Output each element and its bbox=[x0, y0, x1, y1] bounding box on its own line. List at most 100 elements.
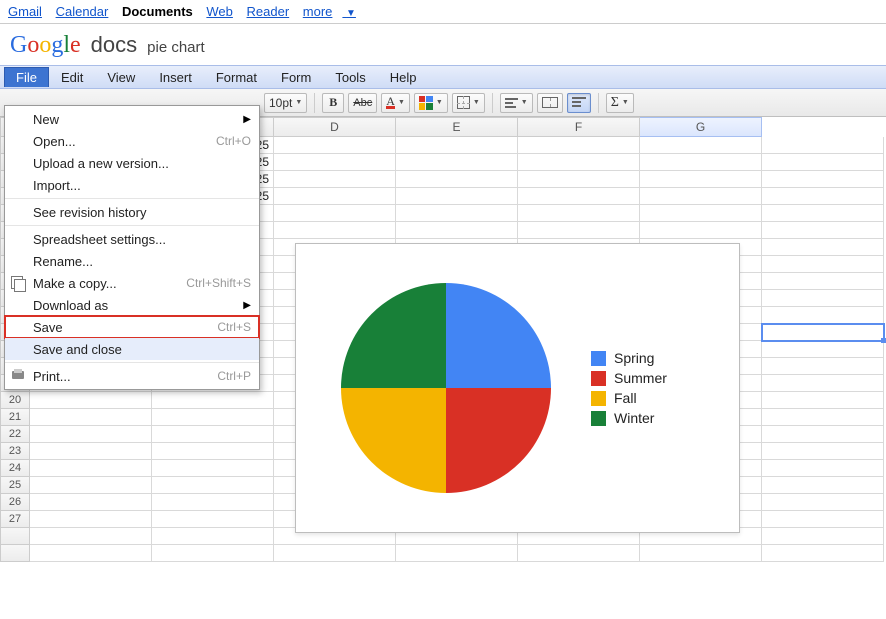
cell[interactable] bbox=[762, 375, 884, 392]
cell[interactable] bbox=[640, 137, 762, 154]
functions-button[interactable]: Σ▼ bbox=[606, 93, 634, 113]
menu-make-copy[interactable]: Make a copy...Ctrl+Shift+S bbox=[5, 272, 259, 294]
document-title[interactable]: pie chart bbox=[147, 39, 205, 56]
menu-revision-history[interactable]: See revision history bbox=[5, 201, 259, 223]
cell[interactable] bbox=[274, 205, 396, 222]
row-header[interactable]: 24 bbox=[0, 460, 30, 477]
row-header[interactable]: 20 bbox=[0, 392, 30, 409]
cell[interactable] bbox=[762, 154, 884, 171]
cell[interactable] bbox=[762, 358, 884, 375]
menu-save[interactable]: SaveCtrl+S bbox=[5, 316, 259, 338]
row-header[interactable] bbox=[0, 528, 30, 545]
menu-insert[interactable]: Insert bbox=[147, 67, 204, 88]
cell[interactable] bbox=[30, 460, 152, 477]
cell[interactable] bbox=[30, 409, 152, 426]
cell[interactable] bbox=[152, 426, 274, 443]
cell[interactable] bbox=[152, 511, 274, 528]
menu-spreadsheet-settings[interactable]: Spreadsheet settings... bbox=[5, 228, 259, 250]
nav-gmail[interactable]: Gmail bbox=[8, 4, 42, 19]
cell[interactable] bbox=[30, 511, 152, 528]
cell[interactable] bbox=[762, 188, 884, 205]
cell[interactable] bbox=[30, 392, 152, 409]
col-header-g[interactable]: G bbox=[640, 117, 762, 137]
cell[interactable] bbox=[762, 392, 884, 409]
cell[interactable] bbox=[30, 545, 152, 562]
cell[interactable] bbox=[30, 477, 152, 494]
cell[interactable] bbox=[518, 171, 640, 188]
borders-button[interactable]: ▼ bbox=[452, 93, 485, 113]
cell[interactable] bbox=[762, 171, 884, 188]
cell[interactable] bbox=[274, 222, 396, 239]
cell[interactable] bbox=[762, 443, 884, 460]
cell[interactable] bbox=[762, 256, 884, 273]
font-size-dropdown[interactable]: 10pt▼ bbox=[264, 93, 307, 113]
cell[interactable] bbox=[30, 443, 152, 460]
cell[interactable] bbox=[762, 239, 884, 256]
cell[interactable] bbox=[762, 511, 884, 528]
row-header[interactable]: 25 bbox=[0, 477, 30, 494]
cell[interactable] bbox=[274, 154, 396, 171]
cell[interactable] bbox=[396, 188, 518, 205]
cell[interactable] bbox=[152, 392, 274, 409]
cell[interactable] bbox=[152, 409, 274, 426]
menu-format[interactable]: Format bbox=[204, 67, 269, 88]
cell[interactable] bbox=[762, 460, 884, 477]
cell[interactable] bbox=[152, 528, 274, 545]
cell[interactable] bbox=[518, 205, 640, 222]
row-header[interactable]: 27 bbox=[0, 511, 30, 528]
menu-open[interactable]: Open...Ctrl+O bbox=[5, 130, 259, 152]
cell[interactable] bbox=[762, 307, 884, 324]
menu-print[interactable]: Print...Ctrl+P bbox=[5, 365, 259, 387]
menu-import[interactable]: Import... bbox=[5, 174, 259, 196]
cell[interactable] bbox=[762, 545, 884, 562]
merge-cells-button[interactable] bbox=[537, 93, 563, 113]
menu-download-as[interactable]: Download as▶ bbox=[5, 294, 259, 316]
cell[interactable] bbox=[30, 528, 152, 545]
cell[interactable] bbox=[396, 222, 518, 239]
cell[interactable] bbox=[274, 188, 396, 205]
cell[interactable] bbox=[274, 171, 396, 188]
cell[interactable] bbox=[762, 494, 884, 511]
cell[interactable] bbox=[640, 205, 762, 222]
cell[interactable] bbox=[396, 137, 518, 154]
cell[interactable] bbox=[152, 477, 274, 494]
row-header[interactable]: 22 bbox=[0, 426, 30, 443]
align-left-button[interactable]: ▼ bbox=[500, 93, 533, 113]
menu-file[interactable]: File bbox=[4, 67, 49, 87]
cell[interactable] bbox=[396, 205, 518, 222]
menu-tools[interactable]: Tools bbox=[323, 67, 377, 88]
cell[interactable] bbox=[640, 222, 762, 239]
menu-edit[interactable]: Edit bbox=[49, 67, 95, 88]
cell[interactable] bbox=[518, 545, 640, 562]
cell[interactable] bbox=[518, 222, 640, 239]
cell[interactable] bbox=[762, 205, 884, 222]
menu-view[interactable]: View bbox=[95, 67, 147, 88]
nav-web[interactable]: Web bbox=[206, 4, 233, 19]
fill-color-button[interactable]: ▼ bbox=[414, 93, 448, 113]
cell[interactable] bbox=[640, 545, 762, 562]
cell[interactable] bbox=[152, 494, 274, 511]
row-header[interactable]: 21 bbox=[0, 409, 30, 426]
cell[interactable] bbox=[152, 443, 274, 460]
menu-save-and-close[interactable]: Save and close bbox=[5, 338, 259, 360]
text-color-button[interactable]: A▼ bbox=[381, 93, 410, 113]
cell[interactable] bbox=[152, 545, 274, 562]
nav-more[interactable]: more ▼ bbox=[303, 4, 366, 19]
col-header-f[interactable]: F bbox=[518, 117, 640, 137]
menu-rename[interactable]: Rename... bbox=[5, 250, 259, 272]
row-header[interactable]: 23 bbox=[0, 443, 30, 460]
bold-button[interactable]: B bbox=[322, 93, 344, 113]
nav-documents[interactable]: Documents bbox=[122, 4, 193, 19]
col-header-e[interactable]: E bbox=[396, 117, 518, 137]
cell[interactable] bbox=[640, 188, 762, 205]
cell[interactable] bbox=[518, 188, 640, 205]
cell[interactable] bbox=[762, 477, 884, 494]
wrap-text-button[interactable] bbox=[567, 93, 591, 113]
cell[interactable] bbox=[640, 171, 762, 188]
cell[interactable] bbox=[274, 545, 396, 562]
cell[interactable] bbox=[152, 460, 274, 477]
cell[interactable] bbox=[762, 273, 884, 290]
menu-help[interactable]: Help bbox=[378, 67, 429, 88]
embedded-chart[interactable]: Spring Summer Fall Winter bbox=[295, 243, 740, 533]
menu-upload-version[interactable]: Upload a new version... bbox=[5, 152, 259, 174]
